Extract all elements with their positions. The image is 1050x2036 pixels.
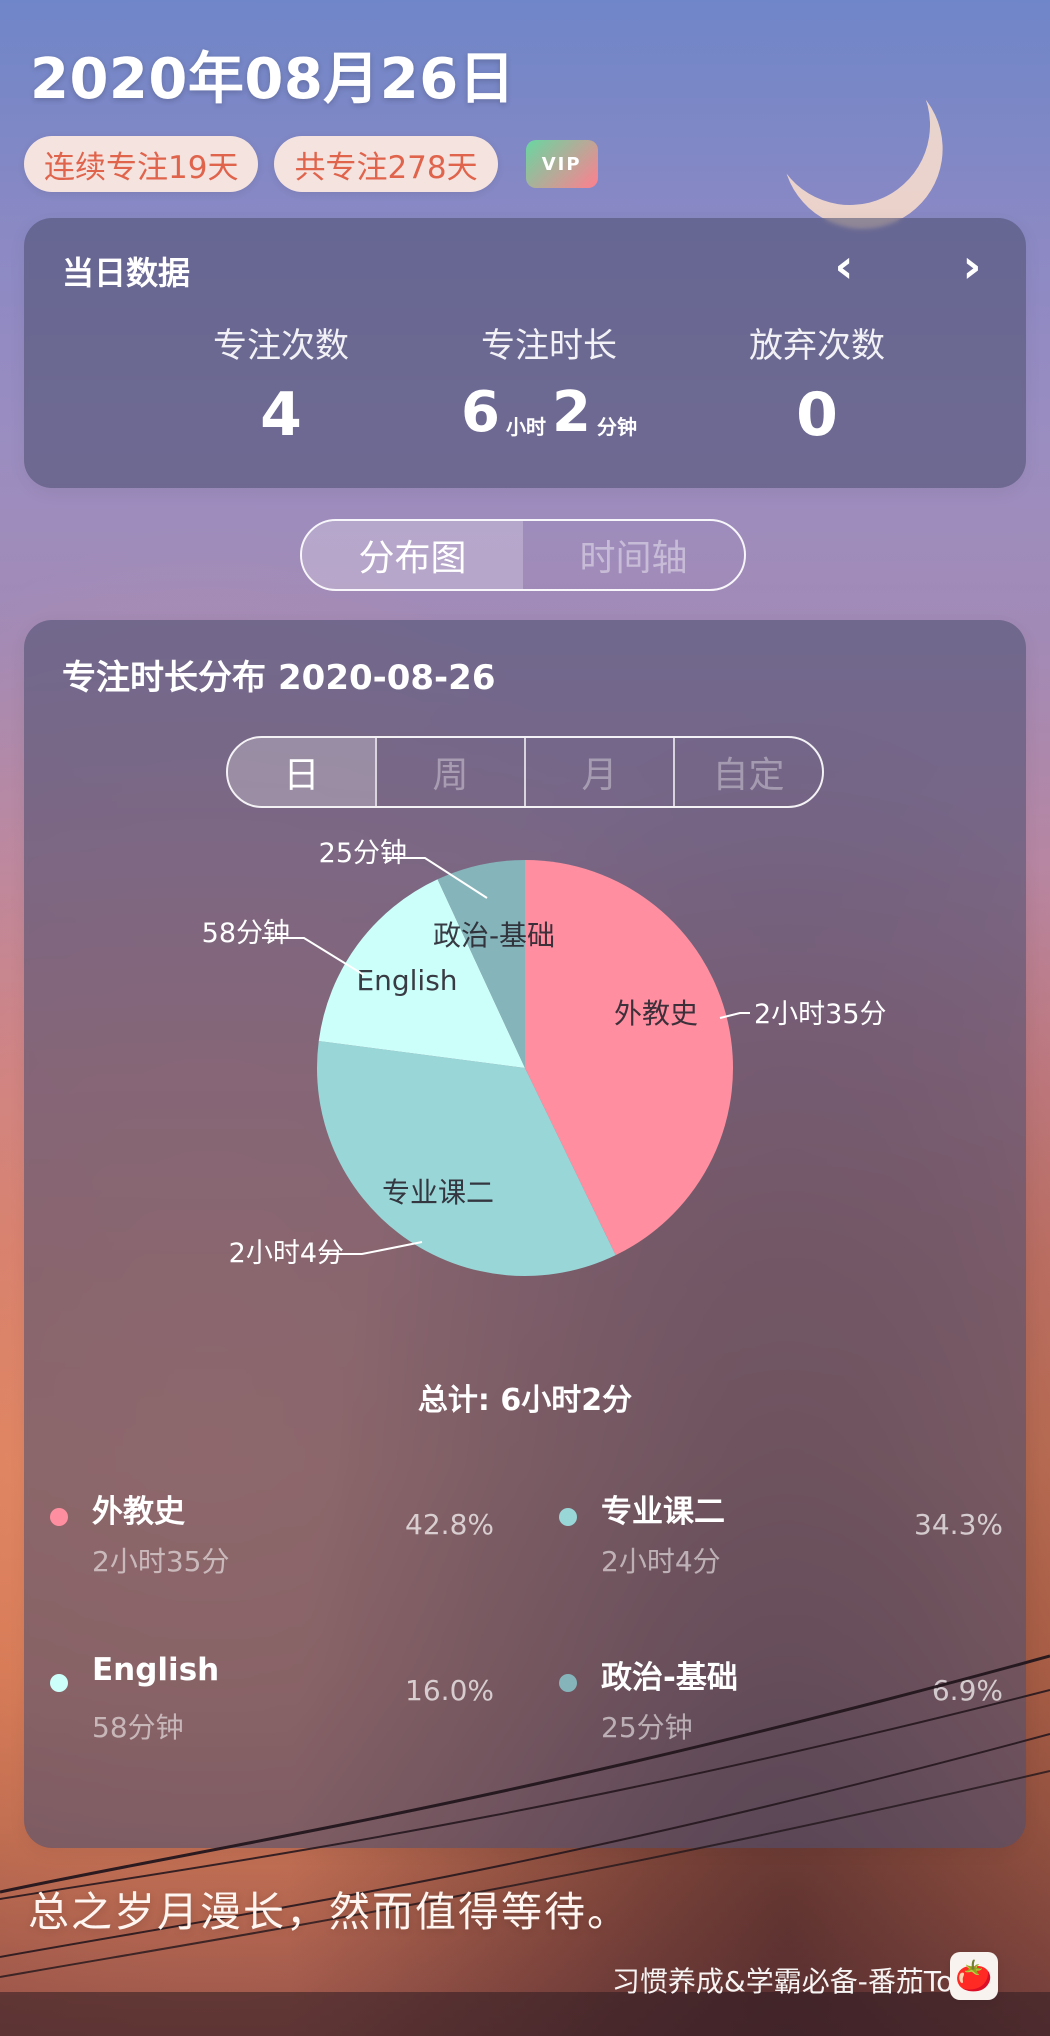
pie-value-label: 2小时35分 (754, 999, 887, 1030)
tab-day[interactable]: 日 (228, 738, 375, 806)
distribution-title: 专注时长分布 2020-08-26 (62, 650, 495, 699)
legend-item-zhengzhi-jichu: 政治-基础 25分钟 6.9% (533, 1652, 1033, 1770)
chevron-right-icon: › (962, 239, 982, 293)
tab-distribution[interactable]: 分布图 (302, 521, 523, 589)
legend-name: 专业课二 (601, 1494, 725, 1530)
daily-data-card: 当日数据 ‹ › 专注次数 4 专注时长 6 小时 2 分钟 放弃次数 0 (24, 218, 1026, 488)
streak-badge: 连续专注19天 (24, 136, 259, 192)
tab-timeline[interactable]: 时间轴 (523, 521, 744, 589)
pie-slice-label: 外教史 (614, 997, 698, 1030)
abandon-count-label: 放弃次数 (749, 326, 885, 366)
legend-name: 政治-基础 (601, 1660, 738, 1696)
legend-percent: 6.9% (931, 1674, 1003, 1707)
pie-value-label: 25分钟 (319, 838, 407, 869)
chevron-left-icon: ‹ (834, 239, 854, 293)
legend-duration: 2小时35分 (92, 1545, 230, 1578)
legend-duration: 25分钟 (601, 1711, 693, 1744)
focus-count-stat: 专注次数 4 (147, 318, 415, 445)
focus-duration-minutes-unit: 分钟 (596, 415, 637, 439)
legend-percent: 42.8% (405, 1508, 494, 1541)
tab-custom[interactable]: 自定 (673, 738, 822, 806)
legend-percent: 34.3% (914, 1508, 1003, 1541)
pie-slice-label: 政治-基础 (433, 919, 555, 952)
period-tabs: 日 周 月 自定 (226, 736, 824, 808)
inspirational-quote: 总之岁月漫长，然而值得等待。 (28, 1888, 630, 1936)
legend-duration: 58分钟 (92, 1711, 184, 1744)
focus-duration-stat: 专注时长 6 小时 2 分钟 (415, 318, 683, 445)
abandon-count-stat: 放弃次数 0 (683, 318, 951, 445)
legend-dot (50, 1508, 68, 1526)
legend-item-waijiaoshi: 外教史 2小时35分 42.8% (24, 1486, 524, 1604)
distribution-date: 2020-08-26 (278, 658, 496, 698)
pie-value-label: 2小时4分 (229, 1238, 344, 1269)
legend-dot (50, 1674, 68, 1692)
legend-duration: 2小时4分 (601, 1545, 721, 1578)
page-title: 2020年08月26日 (30, 47, 516, 112)
pie-value-label: 58分钟 (202, 918, 290, 949)
pie-slice-label: 专业课二 (382, 1176, 494, 1209)
tab-week[interactable]: 周 (375, 738, 524, 806)
focus-distribution-pie-chart: 外教史 2小时35分专业课二 2小时4分 English 58分钟 政治-基础 25分钟 (202, 838, 887, 1276)
distribution-title-text: 专注时长分布 (62, 658, 266, 698)
focus-count-label: 专注次数 (213, 326, 349, 366)
view-switcher: 分布图 时间轴 (300, 519, 746, 591)
legend-item-zhuanyekeer: 专业课二 2小时4分 34.3% (533, 1486, 1033, 1604)
vip-badge[interactable]: VIP (525, 140, 598, 188)
focus-duration-minutes: 2 (552, 380, 591, 445)
focus-count-value: 4 (260, 380, 302, 450)
daily-data-title: 当日数据 (62, 254, 191, 292)
legend-name: 外教史 (92, 1494, 185, 1530)
total-duration: 总计: 6小时2分 (417, 1383, 633, 1418)
legend-dot (559, 1674, 577, 1692)
focus-duration-value: 6 小时 2 分钟 (415, 385, 683, 441)
previous-day-button[interactable]: ‹ (818, 240, 870, 292)
legend-item-english: English 58分钟 16.0% (24, 1652, 524, 1770)
legend-dot (559, 1508, 577, 1526)
pie-slice-label: English (356, 964, 457, 997)
distribution-card: 专注时长分布 2020-08-26 日 周 月 自定 外教史 2小时35分 专业课二 2… (24, 620, 1026, 1848)
app-slogan: 习惯养成&学霸必备-番茄ToDo (611, 1965, 992, 1998)
focus-duration-label: 专注时长 (481, 326, 617, 366)
daily-stats: 专注次数 4 专注时长 6 小时 2 分钟 放弃次数 0 (24, 318, 1026, 445)
moon-decoration (747, 22, 952, 227)
distribution-legend: 外教史 2小时35分 42.8% 专业课二 2小时4分 34.3% Englis… (24, 1486, 1026, 1766)
abandon-count-value: 0 (796, 380, 838, 450)
tab-month[interactable]: 月 (524, 738, 673, 806)
focus-duration-hours-unit: 小时 (506, 415, 546, 439)
legend-name: English (92, 1652, 220, 1688)
legend-percent: 16.0% (405, 1674, 494, 1707)
header-badges: 连续专注19天 共专注278天 VIP (24, 136, 598, 192)
focus-duration-hours: 6 (461, 380, 500, 445)
next-day-button[interactable]: › (946, 240, 998, 292)
total-days-badge: 共专注278天 (274, 136, 498, 192)
tomato-icon: 🍅 (950, 1952, 998, 2000)
